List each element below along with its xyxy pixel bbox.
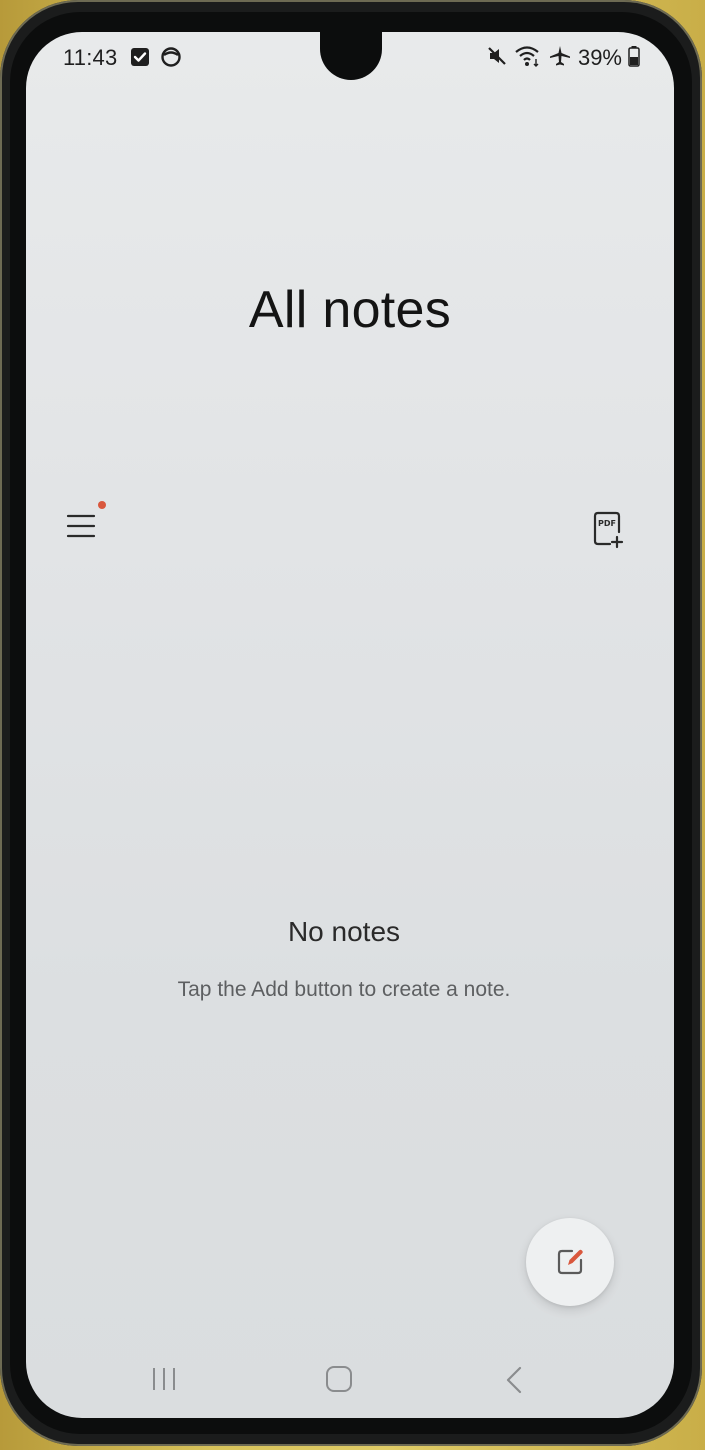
wifi-icon: [514, 44, 542, 73]
menu-notification-badge: [98, 501, 106, 509]
status-time: 11:43: [63, 45, 118, 70]
back-icon: [506, 1366, 522, 1394]
sync-notification-icon: [160, 46, 182, 73]
compose-note-icon: [557, 1249, 583, 1275]
back-button[interactable]: [502, 1364, 526, 1396]
status-notification-icons: [130, 46, 182, 73]
checkbox-notification-icon: [130, 47, 150, 72]
status-right-group: 39%: [486, 45, 640, 71]
empty-state-hint: Tap the Add button to create a note.: [177, 978, 511, 1001]
add-note-button[interactable]: [526, 1218, 614, 1306]
pdf-add-icon: PDF: [593, 511, 624, 549]
empty-state-title: No notes: [287, 916, 401, 947]
airplane-icon: [548, 44, 572, 73]
recents-button[interactable]: [148, 1364, 180, 1394]
battery-percent: 39%: [577, 45, 622, 70]
navigation-bar: [26, 1350, 674, 1410]
recents-icon: [153, 1368, 175, 1390]
home-button[interactable]: [324, 1364, 354, 1394]
page-title: All notes: [248, 281, 452, 339]
screen: 11:43 39% All notes PDF No notes Tap the…: [26, 32, 674, 1418]
import-pdf-button[interactable]: PDF: [592, 510, 628, 550]
mute-icon: [486, 45, 508, 72]
svg-text:PDF: PDF: [598, 519, 616, 528]
battery-icon: [628, 45, 640, 72]
home-icon: [326, 1366, 352, 1392]
